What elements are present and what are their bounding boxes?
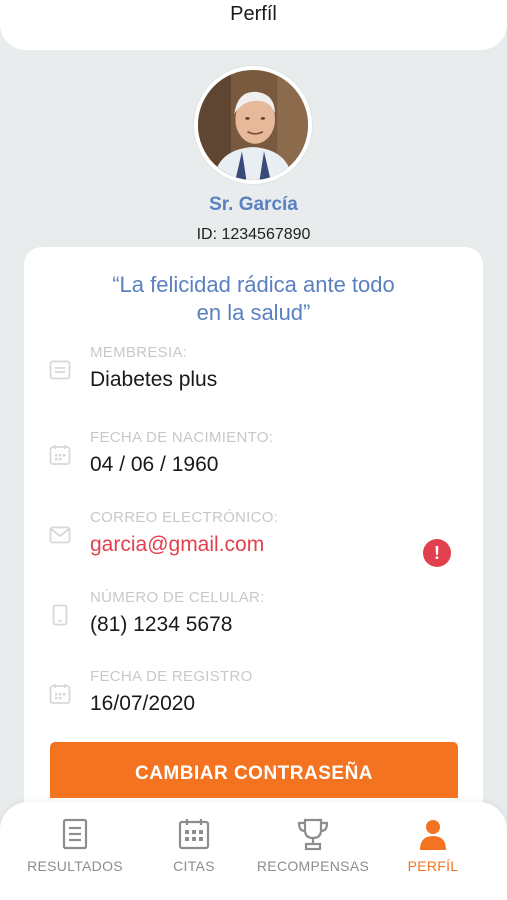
registration-value: 16/07/2020: [90, 692, 196, 715]
birthdate-label: FECHA DE NACIMIENTO:: [90, 429, 274, 446]
alert-icon[interactable]: !: [423, 539, 451, 567]
tab-appointments[interactable]: CITAS: [134, 816, 254, 886]
user-name: Sr. García: [209, 194, 298, 215]
phone-label: NÚMERO DE CELULAR:: [90, 589, 265, 606]
tab-profile[interactable]: PERFÍL: [373, 816, 493, 886]
trophy-icon: [297, 818, 329, 851]
calendar-icon: [48, 443, 72, 467]
email-field[interactable]: CORREO ELECTRÓNICO: garcia@gmail.com !: [48, 509, 458, 569]
person-icon: [420, 820, 446, 850]
tab-results[interactable]: RESULTADOS: [15, 816, 135, 886]
phone-icon: [48, 603, 72, 627]
tab-profile-label: PERFÍL: [407, 858, 459, 874]
tab-rewards-label: RECOMPENSAS: [256, 858, 370, 874]
membership-field: MEMBRESIA: Diabetes plus: [48, 344, 458, 404]
tab-appointments-label: CITAS: [173, 858, 215, 874]
card-icon: [48, 358, 72, 382]
calendar-icon: [48, 682, 72, 706]
phone-field: NÚMERO DE CELULAR: (81) 1234 5678: [48, 589, 458, 649]
tab-results-label: RESULTADOS: [27, 858, 123, 874]
document-icon: [62, 818, 88, 850]
mail-icon: [48, 523, 72, 547]
quote-line-2: en la salud”: [196, 300, 311, 325]
calendar-icon: [178, 819, 210, 850]
birthdate-value: 04 / 06 / 1960: [90, 453, 219, 476]
birthdate-field: FECHA DE NACIMIENTO: 04 / 06 / 1960: [48, 429, 458, 489]
registration-field: FECHA DE REGISTRO 16/07/2020: [48, 668, 458, 728]
membership-label: MEMBRESIA:: [90, 344, 188, 361]
quote: “La felicidad rádica ante todo en la sal…: [24, 271, 483, 327]
bottom-tab-bar: RESULTADOS CITAS RECOMPENSAS PERFÍL: [0, 802, 507, 900]
email-value[interactable]: garcia@gmail.com: [90, 533, 264, 557]
avatar[interactable]: [194, 66, 312, 184]
phone-value: (81) 1234 5678: [90, 613, 233, 636]
user-id: ID: 1234567890: [196, 226, 311, 243]
membership-value: Diabetes plus: [90, 368, 218, 391]
quote-line-1: “La felicidad rádica ante todo: [112, 272, 395, 297]
page-title: Perfíl: [230, 2, 277, 25]
tab-rewards[interactable]: RECOMPENSAS: [253, 816, 373, 886]
avatar-photo: [198, 70, 308, 180]
registration-label: FECHA DE REGISTRO: [90, 668, 253, 685]
top-header: Perfíl: [0, 0, 507, 50]
email-label: CORREO ELECTRÓNICO:: [90, 509, 279, 526]
change-password-button[interactable]: CAMBIAR CONTRASEÑA: [50, 742, 458, 798]
